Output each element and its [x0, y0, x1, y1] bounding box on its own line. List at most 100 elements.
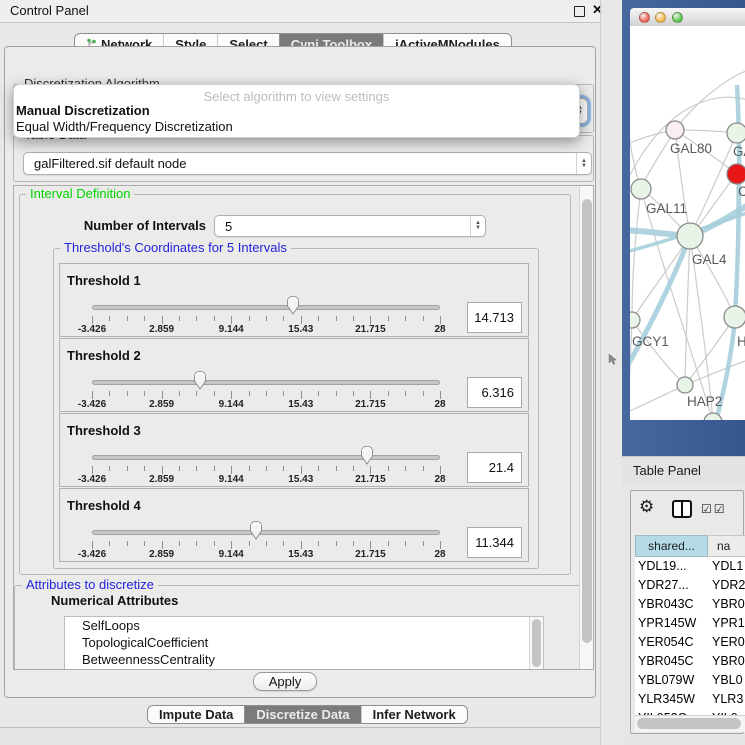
close-icon[interactable]: ✕: [592, 2, 603, 18]
slider-tick: [179, 541, 180, 546]
table-row[interactable]: YDR27...YDR2: [635, 576, 745, 595]
slider-tick: [249, 541, 250, 546]
column-header-shared[interactable]: shared...: [635, 535, 708, 557]
slider-tick: [405, 466, 406, 471]
table-row[interactable]: YER054C YER0: [635, 633, 745, 652]
slider-tick: [144, 391, 145, 396]
network-node-gcy1[interactable]: [630, 312, 640, 328]
cell-name: YLR3: [712, 690, 743, 709]
threshold-slider-track[interactable]: [92, 455, 440, 460]
attributes-list-scrollbar[interactable]: [529, 617, 543, 670]
attribute-item-topologicalcoefficient[interactable]: TopologicalCoefficient: [65, 634, 543, 651]
settings-scrollbar[interactable]: [579, 186, 594, 669]
table-rows: YDL19...YDL1YDR27...YDR2YBR043CYBR0YPR14…: [635, 557, 745, 715]
gear-icon[interactable]: ⚙: [639, 497, 654, 517]
cell-name: YBR0: [712, 595, 745, 614]
number-of-intervals-combo[interactable]: 5 ▲▼: [214, 215, 486, 237]
table-row[interactable]: YBR045CYBR0: [635, 652, 745, 671]
settings-scrollbar-thumb[interactable]: [582, 199, 592, 643]
slider-tick: [127, 541, 128, 546]
slider-tick: [162, 316, 163, 324]
column-header-name[interactable]: na: [709, 535, 745, 557]
network-edge[interactable]: [632, 189, 641, 320]
columns-icon[interactable]: [672, 500, 692, 518]
slider-tick: [179, 316, 180, 321]
threshold-slider-thumb[interactable]: [192, 369, 208, 391]
cell-name: YER0: [712, 633, 745, 652]
slider-tick-label: -3.426: [62, 549, 122, 560]
network-edge[interactable]: [630, 385, 685, 413]
cell-shared-name: YER054C: [638, 633, 694, 652]
table-data-combo[interactable]: galFiltered.sif default node ▲▼: [23, 152, 592, 175]
threshold-value-field[interactable]: 11.344: [467, 527, 522, 558]
threshold-value-field[interactable]: 6.316: [467, 377, 522, 408]
network-node-gal4[interactable]: [677, 223, 703, 249]
slider-tick: [196, 466, 197, 471]
table-row[interactable]: YDL19...YDL1: [635, 557, 745, 576]
attribute-item-selfloops[interactable]: SelfLoops: [65, 617, 543, 634]
apply-button[interactable]: Apply: [253, 672, 317, 691]
network-node-label: GA: [733, 144, 745, 159]
slider-tick: [370, 316, 371, 324]
network-edge[interactable]: [632, 320, 685, 385]
bottom-tab-impute-data[interactable]: Impute Data: [148, 706, 244, 723]
network-edge-highlighted[interactable]: [630, 236, 690, 370]
threshold-slider-thumb[interactable]: [285, 294, 301, 316]
threshold-slider-track[interactable]: [92, 305, 440, 310]
bottom-tab-discretize-data[interactable]: Discretize Data: [244, 706, 360, 723]
attributes-list-scrollbar-thumb[interactable]: [532, 619, 541, 667]
network-edge[interactable]: [690, 236, 735, 317]
slider-tick: [92, 316, 93, 324]
network-node-label: C: [738, 184, 745, 199]
float-window-icon[interactable]: [574, 6, 585, 17]
slider-tick: [92, 541, 93, 549]
threshold-slider-track[interactable]: [92, 530, 440, 535]
slider-tick: [440, 541, 441, 549]
algorithm-option-manual-discretization[interactable]: Manual Discretization: [16, 103, 577, 118]
slider-tick: [405, 391, 406, 396]
table-row[interactable]: YBL079WYBL0: [635, 671, 745, 690]
threshold-value-field[interactable]: 14.713: [467, 302, 522, 333]
network-node-ga[interactable]: [727, 123, 745, 143]
slider-tick-label: 15.43: [271, 549, 331, 560]
table-panel-title: Table Panel: [633, 463, 701, 478]
control-panel-titlebar: Control Panel ✕: [0, 0, 600, 23]
combo-stepper-icon: ▲▼: [576, 153, 591, 174]
network-node-hap2[interactable]: [677, 377, 693, 393]
slider-tick: [318, 466, 319, 471]
cell-shared-name: YDR27...: [638, 576, 689, 595]
slider-tick: [423, 541, 424, 546]
threshold-slider-thumb[interactable]: [359, 444, 375, 466]
slider-tick: [92, 391, 93, 399]
numerical-attributes-list[interactable]: SelfLoopsTopologicalCoefficientBetweenne…: [64, 616, 544, 670]
network-edge[interactable]: [685, 236, 690, 385]
network-graph[interactable]: GAL80GACGAL11GAL4GCY1HHAP2: [630, 26, 745, 420]
cell-shared-name: YPR145W: [638, 614, 696, 633]
network-node-h[interactable]: [724, 306, 745, 328]
select-columns-checkboxes-icon[interactable]: ☑☑: [701, 502, 727, 516]
table-hscrollbar-thumb[interactable]: [637, 718, 741, 729]
close-traffic-light[interactable]: [639, 12, 650, 23]
slider-tick: [423, 316, 424, 321]
threshold-slider-thumb[interactable]: [248, 519, 264, 541]
threshold-slider-track[interactable]: [92, 380, 440, 385]
algorithm-option-equal-width-frequency-discretization[interactable]: Equal Width/Frequency Discretization: [16, 119, 577, 134]
zoom-traffic-light[interactable]: [672, 12, 683, 23]
network-node-gal80[interactable]: [666, 121, 684, 139]
table-row[interactable]: YPR145WYPR1: [635, 614, 745, 633]
number-of-intervals-value: 5: [215, 219, 470, 234]
screen: Control Panel ✕ NetworkStyleSelectCyni T…: [0, 0, 745, 745]
network-node-gal11[interactable]: [631, 179, 651, 199]
table-hscrollbar[interactable]: [635, 715, 745, 732]
network-node-c[interactable]: [727, 164, 745, 184]
table-row[interactable]: YLR345WYLR3: [635, 690, 745, 709]
threshold-value-field[interactable]: 21.4: [467, 452, 522, 483]
minimize-traffic-light[interactable]: [655, 12, 666, 23]
bottom-tab-infer-network[interactable]: Infer Network: [361, 706, 467, 723]
table-row[interactable]: YBR043CYBR0: [635, 595, 745, 614]
attribute-item-betweennesscentrality[interactable]: BetweennessCentrality: [65, 651, 543, 668]
dock-divider[interactable]: [600, 0, 601, 745]
network-node-label: GAL4: [692, 252, 727, 267]
network-canvas[interactable]: GAL80GACGAL11GAL4GCY1HHAP2: [630, 26, 745, 420]
slider-tick: [127, 316, 128, 321]
